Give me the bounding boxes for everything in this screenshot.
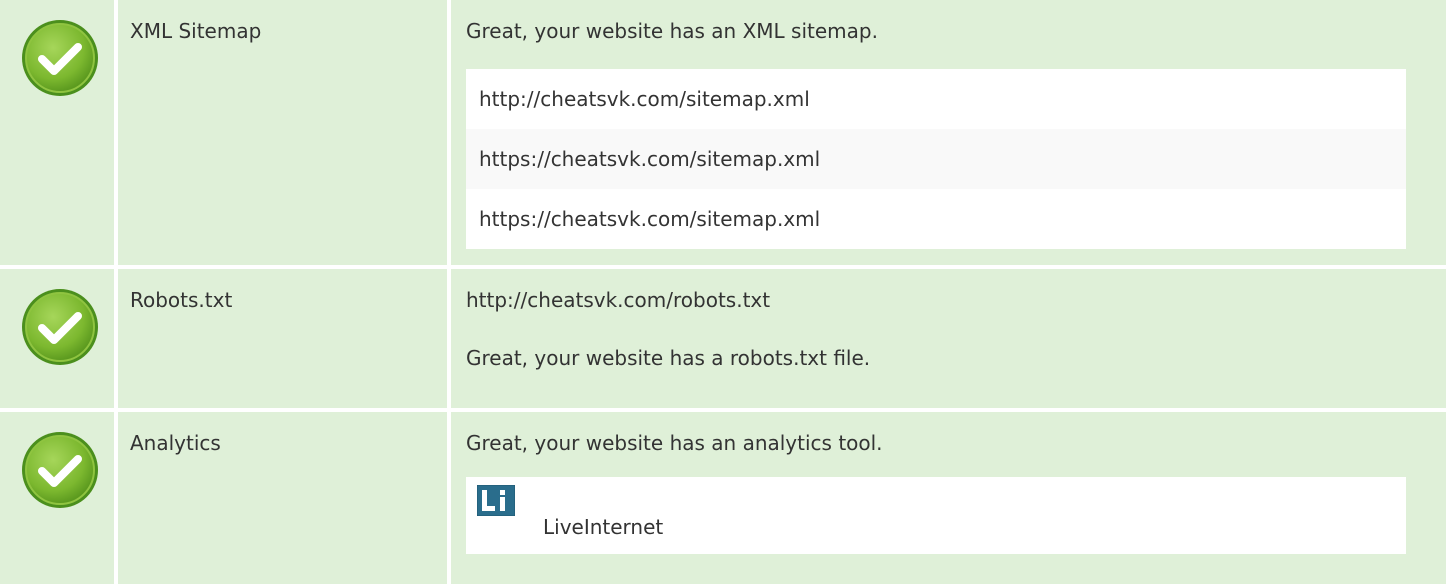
check-result-xml-sitemap: Great, your website has an XML sitemap. … (451, 0, 1446, 265)
robots-url: http://cheatsvk.com/robots.txt (466, 288, 771, 312)
analytics-tool-list: LiveInternet (466, 477, 1406, 554)
result-message: Great, your website has a robots.txt fil… (466, 346, 871, 370)
check-name-label: Analytics (130, 431, 221, 455)
check-name-label: XML Sitemap (130, 19, 262, 43)
result-message: Great, your website has an XML sitemap. (466, 19, 878, 43)
check-name-robots-txt: Robots.txt (118, 269, 447, 408)
list-item: https://cheatsvk.com/sitemap.xml (466, 129, 1406, 189)
check-circle-icon (22, 289, 98, 365)
list-item: http://cheatsvk.com/sitemap.xml (466, 69, 1406, 129)
analytics-tool-name: LiveInternet (543, 515, 664, 539)
check-name-label: Robots.txt (130, 288, 233, 312)
sitemap-url-list: http://cheatsvk.com/sitemap.xml https://… (466, 69, 1406, 249)
check-name-xml-sitemap: XML Sitemap (118, 0, 447, 265)
status-cell-xml-sitemap (0, 0, 114, 265)
status-cell-analytics (0, 412, 114, 584)
check-circle-icon (22, 432, 98, 508)
list-item: https://cheatsvk.com/sitemap.xml (466, 189, 1406, 249)
check-result-analytics: Great, your website has an analytics too… (451, 412, 1446, 584)
check-name-analytics: Analytics (118, 412, 447, 584)
check-result-robots-txt: http://cheatsvk.com/robots.txt Great, yo… (451, 269, 1446, 408)
liveinternet-logo-icon (477, 485, 515, 516)
seo-check-table: XML Sitemap Great, your website has an X… (0, 0, 1446, 584)
check-circle-icon (22, 20, 98, 96)
result-message: Great, your website has an analytics too… (466, 431, 883, 455)
status-cell-robots-txt (0, 269, 114, 408)
